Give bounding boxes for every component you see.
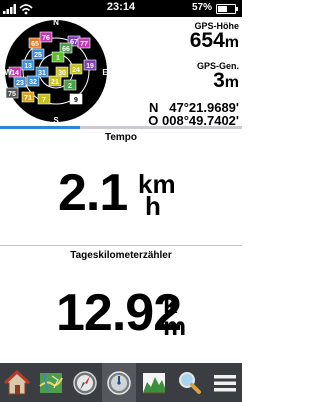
satellite-label: 13 [24, 63, 32, 70]
elevation-plot-icon [143, 372, 165, 393]
satellite-label: 14 [11, 70, 19, 77]
menu-icon [214, 374, 236, 391]
compass-direction-label: N [53, 18, 59, 27]
satellite-label: 21 [51, 79, 59, 86]
status-bar: 23:14 57% [0, 0, 242, 17]
search-icon [179, 371, 201, 394]
satellite-marker: 76 [39, 31, 53, 43]
satellite-label: 1 [56, 55, 60, 62]
trip-odometer-field[interactable]: Tageskilometerzähler 12.92 k m [0, 247, 242, 361]
compass-direction-label: W [4, 68, 12, 77]
satellite-label: 71 [24, 95, 32, 102]
field-divider [0, 245, 242, 246]
satellite-marker: 7 [37, 93, 51, 105]
gps-altitude-value: 654 [189, 29, 225, 52]
bottom-nav-bar [0, 363, 242, 402]
trip-odometer-unit-bottom: m [163, 311, 187, 341]
compass-direction-label: S [53, 116, 59, 125]
satellite-label: 24 [72, 67, 80, 74]
speed-unit-bottom: h [145, 191, 161, 221]
speed-value: 2.1 [58, 164, 128, 222]
satellite-marker: 9 [69, 93, 83, 105]
trip-computer-button[interactable] [102, 363, 136, 402]
satellite-marker: 19 [83, 59, 97, 71]
battery-icon [216, 4, 238, 14]
battery-percent: 57% [191, 2, 212, 13]
satellite-marker: 23 [13, 76, 27, 88]
map-icon [39, 372, 63, 393]
map-button[interactable] [34, 363, 68, 402]
compass-icon [73, 370, 97, 395]
compass-button[interactable] [68, 363, 102, 402]
gps-status-panel[interactable]: 65 76 67 77 66 25 1 13 14 19 31 30 24 23 32 21 2 71 7 9 75 N… [0, 17, 242, 129]
satellite-marker: 24 [69, 63, 83, 75]
satellite-marker: 21 [48, 75, 62, 87]
satellite-marker: 31 [35, 66, 49, 78]
gps-accuracy-unit: m [224, 74, 239, 91]
search-button[interactable] [172, 363, 206, 402]
elevation-plot-button[interactable] [137, 363, 171, 402]
trip-computer-icon [107, 370, 131, 395]
satellite-marker: 75 [5, 87, 19, 99]
speed-title: Tempo [104, 132, 138, 143]
satellite-marker: 30 [55, 66, 69, 78]
satellite-skyplot: 657667 776625 113141931 30 2423 32 21271 7 975 N… [4, 18, 108, 125]
satellite-label: 19 [86, 63, 94, 70]
satellite-label: 77 [80, 41, 88, 48]
satellite-label: 25 [34, 52, 42, 59]
satellite-label: 9 [74, 97, 78, 104]
satellite-marker: 13 [21, 59, 35, 71]
speed-field[interactable]: Tempo 2.1 km h [0, 129, 242, 243]
satellite-marker: 32 [26, 75, 40, 87]
gps-altitude-unit: m [224, 34, 239, 51]
satellite-label: 32 [29, 79, 37, 86]
satellite-marker: 66 [59, 42, 73, 54]
home-icon [4, 369, 30, 394]
satellite-label: 23 [16, 80, 24, 87]
satellite-marker: 25 [31, 48, 45, 60]
satellite-label: 65 [31, 41, 39, 48]
satellite-marker: 1 [51, 51, 65, 63]
gps-altitude: GPS-Höhe 654m [190, 21, 239, 52]
satellite-marker: 2 [63, 79, 77, 91]
satellite-label: 2 [68, 83, 72, 90]
satellite-label: 75 [8, 91, 16, 98]
menu-button[interactable] [208, 363, 242, 402]
gps-accuracy-value: 3 [213, 69, 225, 92]
satellite-marker: 77 [77, 37, 91, 49]
coordinates: N 47°21.9689' O 008°49.7402' [148, 101, 239, 127]
trip-odometer-title: Tageskilometerzähler [70, 250, 172, 261]
satellite-marker: 65 [28, 37, 42, 49]
satellite-label: 76 [42, 35, 50, 42]
gps-accuracy: GPS-Gen. 3m [197, 61, 239, 92]
home-button[interactable] [0, 363, 34, 402]
compass-direction-label: E [102, 68, 108, 77]
satellite-label: 7 [42, 97, 46, 104]
satellite-marker: 71 [21, 91, 35, 103]
